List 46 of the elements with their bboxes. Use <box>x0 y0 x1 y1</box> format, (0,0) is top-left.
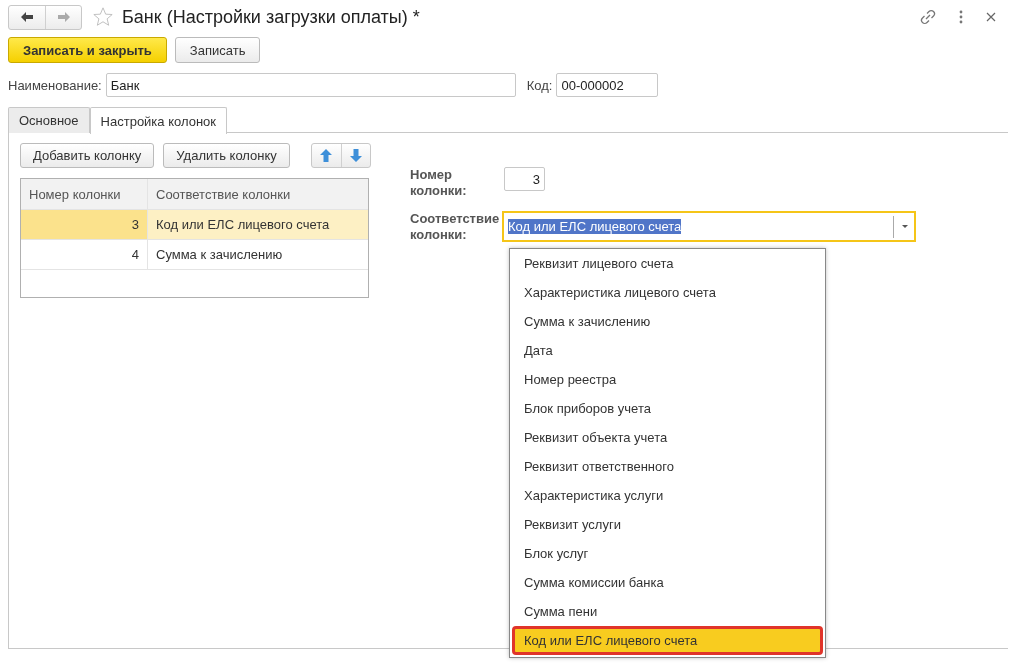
name-field[interactable]: Банк <box>105 73 516 97</box>
up-arrow-icon <box>320 149 333 162</box>
add-column-button[interactable]: Добавить колонку <box>20 143 155 168</box>
save-button[interactable]: Записать <box>174 37 261 63</box>
close-icon[interactable] <box>986 12 996 22</box>
dropdown-item[interactable]: Реквизит услуги <box>510 510 825 539</box>
column-mapping-label: Соответствие колонки: <box>410 211 500 243</box>
more-icon[interactable] <box>959 10 963 24</box>
dropdown-caret-icon <box>902 225 908 228</box>
code-field[interactable]: 00-000002 <box>556 73 659 97</box>
column-mapping-dropdown[interactable]: Код или ЕЛС лицевого счета <box>502 211 916 242</box>
link-icon[interactable] <box>920 9 936 25</box>
column-header[interactable]: Соответствие колонки <box>148 179 368 209</box>
tab[interactable]: Основное <box>8 107 90 133</box>
delete-column-button[interactable]: Удалить колонку <box>163 143 290 168</box>
left-arrow-icon <box>21 12 33 22</box>
dropdown-item[interactable]: Сумма пени <box>510 597 825 626</box>
table-cell: 3 <box>21 210 148 239</box>
tab[interactable]: Настройка колонок <box>89 107 228 134</box>
dropdown-item[interactable]: Блок услуг <box>510 539 825 568</box>
dropdown-item[interactable]: Сумма комиссии банка <box>510 568 825 597</box>
down-arrow-icon <box>349 149 362 162</box>
code-label: Код: <box>526 77 553 93</box>
column-number-label: Номер колонки: <box>410 167 468 199</box>
dropdown-item[interactable]: Номер реестра <box>510 365 825 394</box>
dropdown-item[interactable]: Реквизит лицевого счета <box>510 249 825 278</box>
table-cell: 4 <box>21 240 148 269</box>
dropdown-item[interactable]: Дата <box>510 336 825 365</box>
save-and-close-button[interactable]: Записать и закрыть <box>8 37 167 63</box>
dropdown-item[interactable]: Характеристика лицевого счета <box>510 278 825 307</box>
column-number-field[interactable]: 3 <box>504 167 545 191</box>
dropdown-item[interactable]: Характеристика услуги <box>510 481 825 510</box>
table-row[interactable]: 4 Сумма к зачислению <box>21 240 368 270</box>
dropdown-item[interactable]: Блок приборов учета <box>510 394 825 423</box>
column-header[interactable]: Номер колонки <box>21 179 148 209</box>
star-icon[interactable] <box>92 6 114 28</box>
dropdown-item[interactable]: Реквизит ответственного <box>510 452 825 481</box>
dropdown-item[interactable]: Сумма к зачислению <box>510 307 825 336</box>
window-title: Банк (Настройки загрузки оплаты) * <box>122 6 420 28</box>
name-label: Наименование: <box>8 77 102 93</box>
table-row[interactable]: 3 Код или ЕЛС лицевого счета <box>21 210 368 240</box>
table-cell-text: Сумма к зачислению <box>155 246 284 264</box>
right-arrow-icon <box>57 12 70 22</box>
table-cell: Код или ЕЛС лицевого счета <box>148 210 368 239</box>
dropdown-item[interactable]: Код или ЕЛС лицевого счета <box>512 626 823 655</box>
dropdown-item[interactable]: Реквизит объекта учета <box>510 423 825 452</box>
